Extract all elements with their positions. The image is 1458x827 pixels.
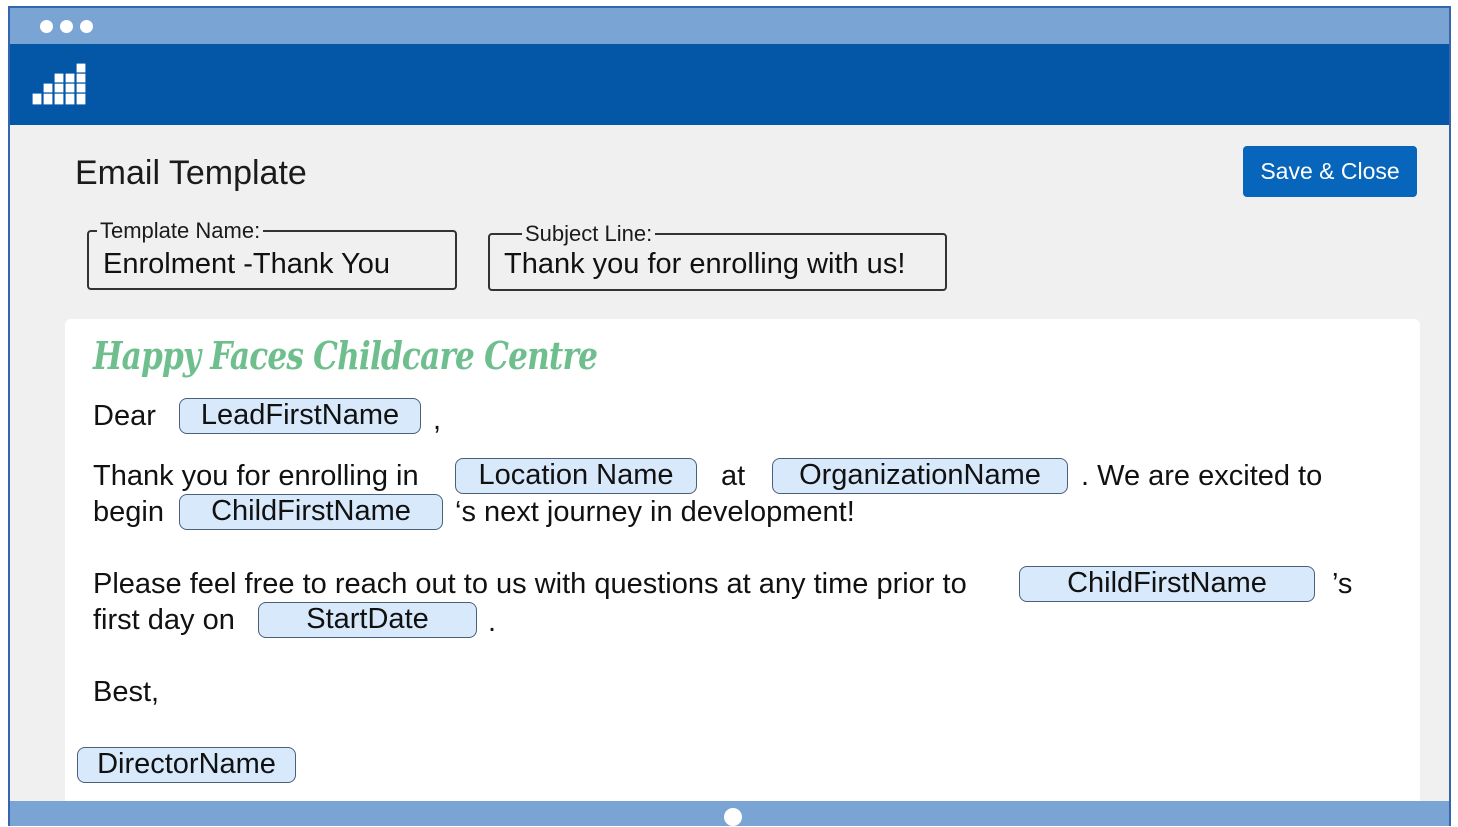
save-close-button[interactable]: Save & Close — [1243, 146, 1417, 197]
director-name-token[interactable]: DirectorName — [77, 747, 296, 783]
email-body-editor[interactable]: Happy Faces Childcare Centre Dear LeadFi… — [65, 319, 1420, 826]
at-text: at — [721, 460, 746, 492]
window-dot-2[interactable] — [60, 20, 73, 33]
begin-text: begin — [93, 496, 164, 528]
next-journey-text: ‘s next journey in development! — [455, 496, 855, 528]
lead-first-name-token[interactable]: LeadFirstName — [179, 398, 421, 434]
excited-text: . We are excited to — [1081, 460, 1323, 492]
organization-name-token[interactable]: OrganizationName — [772, 458, 1068, 494]
window-dot-3[interactable] — [80, 20, 93, 33]
comma-text: , — [433, 404, 442, 436]
thank-you-text: Thank you for enrolling in — [93, 460, 419, 492]
please-text: Please feel free to reach out to us with… — [93, 568, 967, 600]
title-bar — [10, 8, 1449, 44]
possessive-text: ’s — [1332, 568, 1353, 600]
child-first-name-token-2[interactable]: ChildFirstName — [1019, 566, 1315, 602]
location-name-token[interactable]: Location Name — [455, 458, 697, 494]
subject-line-field[interactable]: Subject Line: Thank you for enrolling wi… — [488, 222, 947, 291]
best-text: Best, — [93, 676, 160, 708]
first-day-text: first day on — [93, 604, 235, 636]
subject-line-value[interactable]: Thank you for enrolling with us! — [504, 248, 905, 281]
brand-heading: Happy Faces Childcare Centre — [93, 333, 598, 378]
template-name-value[interactable]: Enrolment -Thank You — [103, 248, 390, 281]
template-name-field[interactable]: Template Name: Enrolment -Thank You — [87, 219, 457, 290]
app-header — [10, 44, 1449, 125]
page-title: Email Template — [75, 154, 307, 192]
child-first-name-token[interactable]: ChildFirstName — [179, 494, 443, 530]
dear-text: Dear — [93, 400, 156, 432]
period-text: . — [488, 606, 497, 638]
app-window: Email Template Save & Close Template Nam… — [8, 6, 1451, 826]
subject-line-label: Subject Line: — [522, 222, 656, 246]
blocks-logo-icon — [31, 62, 87, 106]
window-dot-1[interactable] — [40, 20, 53, 33]
template-name-label: Template Name: — [97, 219, 264, 243]
home-indicator-icon[interactable] — [724, 808, 742, 826]
start-date-token[interactable]: StartDate — [258, 602, 477, 638]
